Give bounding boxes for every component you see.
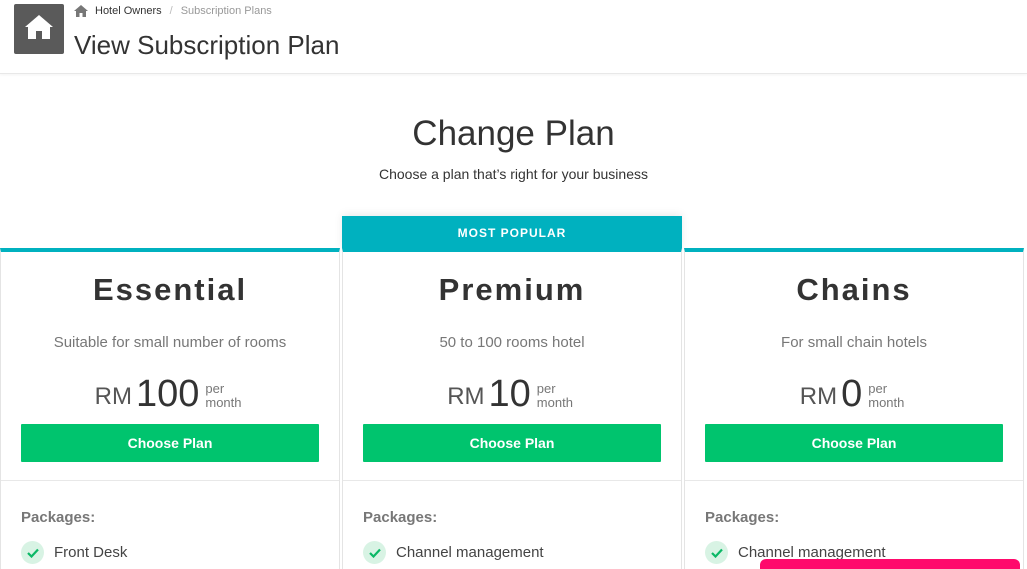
divider <box>343 480 681 481</box>
plan-card-chains: Chains For small chain hotels RM 0 per m… <box>684 248 1024 569</box>
plan-description: Suitable for small number of rooms <box>53 334 287 351</box>
plan-description: 50 to 100 rooms hotel <box>439 334 585 351</box>
packages-label: Packages: <box>21 509 96 526</box>
plan-card-essential: Essential Suitable for small number of r… <box>0 248 340 569</box>
package-item: Front Desk <box>21 541 127 564</box>
floating-action-bar[interactable] <box>760 559 1020 569</box>
hero-subtitle: Choose a plan that’s right for your busi… <box>378 166 648 182</box>
choose-plan-button[interactable]: Choose Plan <box>21 424 319 462</box>
choose-plan-button[interactable]: Choose Plan <box>363 424 661 462</box>
check-icon <box>21 541 44 564</box>
packages-label: Packages: <box>363 509 438 526</box>
breadcrumb-home[interactable]: Hotel Owners <box>74 5 162 17</box>
breadcrumb-home-icon <box>74 5 88 17</box>
packages-label: Packages: <box>705 509 780 526</box>
hero-title: Change Plan <box>412 114 615 153</box>
breadcrumb: Hotel Owners / Subscription Plans <box>74 5 272 17</box>
price-amount: 0 <box>841 373 863 415</box>
check-icon <box>363 541 386 564</box>
plan-price: RM 0 per month <box>685 374 1023 414</box>
price-amount: 10 <box>488 373 531 415</box>
breadcrumb-current: Subscription Plans <box>180 5 272 17</box>
check-icon <box>705 541 728 564</box>
package-item-label: Front Desk <box>54 544 128 561</box>
package-item: Channel management <box>363 541 544 564</box>
plan-name: Essential <box>92 272 248 307</box>
divider <box>685 480 1023 481</box>
price-amount: 100 <box>135 373 200 415</box>
price-period: per month <box>868 381 905 410</box>
price-currency: RM <box>799 383 838 410</box>
page-title: View Subscription Plan <box>74 30 340 60</box>
plan-name: Premium <box>438 272 586 307</box>
divider <box>1 480 339 481</box>
home-tile[interactable] <box>14 4 64 54</box>
plan-card-premium: Premium 50 to 100 rooms hotel RM 10 per … <box>342 248 682 569</box>
most-popular-badge: MOST POPULAR <box>342 216 682 250</box>
page-header: Hotel Owners / Subscription Plans View S… <box>0 0 1027 74</box>
plan-price: RM 10 per month <box>343 374 681 414</box>
home-icon <box>24 14 54 45</box>
choose-plan-button[interactable]: Choose Plan <box>705 424 1003 462</box>
price-currency: RM <box>94 383 132 410</box>
breadcrumb-separator: / <box>169 5 173 17</box>
plan-name: Chains <box>796 272 912 307</box>
price-period: per month <box>205 381 242 410</box>
price-period: per month <box>536 381 573 410</box>
price-currency: RM <box>447 383 485 410</box>
plan-description: For small chain hotels <box>781 334 927 351</box>
package-item-label: Channel management <box>396 544 544 561</box>
plan-price: RM 100 per month <box>1 374 339 414</box>
breadcrumb-home-label[interactable]: Hotel Owners <box>95 5 162 17</box>
